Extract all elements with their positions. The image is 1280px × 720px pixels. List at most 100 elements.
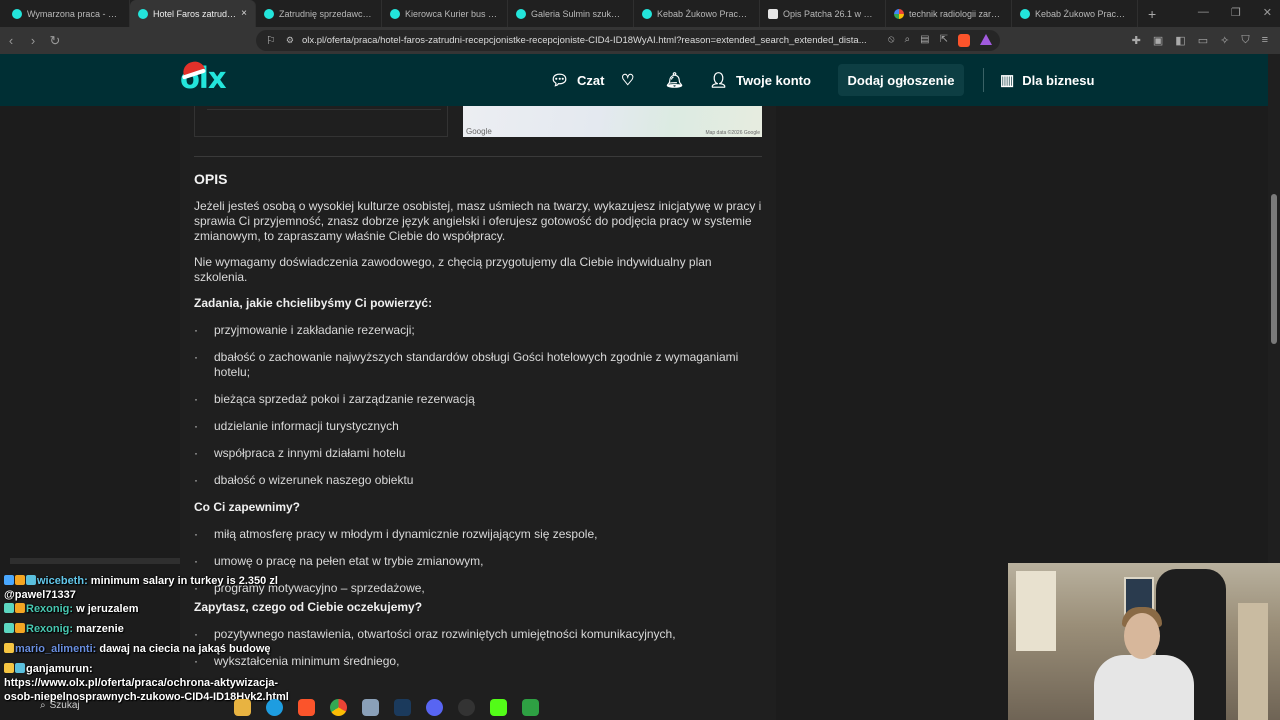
google-icon (894, 8, 904, 19)
badge-icon (26, 575, 36, 585)
chat-text: marzenie (73, 623, 124, 635)
chat-text: dawaj na ciecia na jakąś budowę (96, 643, 271, 655)
building-icon: ▥ (1000, 72, 1015, 89)
webcam-feed (1008, 563, 1280, 720)
chat-username: ganjamurun: (26, 663, 93, 675)
file-explorer-icon[interactable] (234, 699, 251, 716)
chat-bubble-icon: 💬︎ (550, 72, 570, 89)
window-controls: — ❐ ✕ (1198, 6, 1272, 19)
bullet-icon: · (194, 419, 198, 433)
discord-icon[interactable] (426, 699, 443, 716)
bookmark-icon[interactable]: ⚐ (266, 34, 276, 47)
tab-title: Opis Patcha 26.1 w League (783, 8, 877, 19)
list-item: · miłą atmosferę pracy w młodym i dynamic… (194, 527, 762, 542)
zoom-icon[interactable]: ⌕ (905, 34, 911, 47)
chat-link[interactable]: 💬︎ Czat (550, 54, 605, 106)
reader-icon[interactable]: ▤ (920, 34, 929, 47)
browser-actions: ✚ ▣ ◧ ▭ ✧ ⛉ ≡ (1132, 34, 1268, 47)
list-item: · współpraca z innymi działami hotelu (194, 446, 762, 461)
chat-message: Rexonig: marzenie (4, 622, 304, 636)
list-item-text: bieżąca sprzedaż pokoi i zarządzanie rez… (214, 392, 475, 406)
tab-title: Wymarzona praca - Żukov (27, 8, 121, 19)
shelf (1238, 603, 1268, 720)
olx-icon (516, 8, 526, 19)
list-item-text: przyjmowanie i zakładanie rezerwacji; (214, 323, 415, 337)
share-icon[interactable]: ⇱ (940, 34, 948, 47)
steam-icon[interactable] (394, 699, 411, 716)
olx-logo[interactable]: olx (180, 58, 234, 96)
browser-tab-strip: Wymarzona praca - Żukov Hotel Faros zatru… (0, 0, 1280, 27)
sidebar-icon[interactable]: ◧ (1175, 34, 1185, 47)
minimize-icon[interactable]: — (1198, 6, 1209, 19)
browser-tab[interactable]: Kebab Żukowo Praca Żuk (634, 0, 760, 27)
bullet-icon: · (194, 473, 198, 487)
list-item-text: dbałość o wizerunek naszego obiektu (214, 473, 414, 487)
back-icon[interactable]: ‹ (0, 33, 22, 48)
close-tab-icon[interactable]: × (241, 8, 247, 19)
app-icon[interactable] (522, 699, 539, 716)
brave-rewards-icon[interactable] (980, 34, 992, 45)
browser-tab[interactable]: Hotel Faros zatrudni re × (130, 0, 256, 27)
olx-icon (1020, 8, 1030, 19)
badge-icon (4, 643, 14, 653)
browser-tab[interactable]: Zatrudnię sprzedawcę w D (256, 0, 382, 27)
account-label: Twoje konto (736, 72, 811, 88)
screenshot-icon[interactable]: ▣ (1153, 34, 1163, 47)
location-map[interactable]: Google Map data ©2026 Google (463, 106, 762, 137)
browser-tab[interactable]: Galeria Sulmin szuka Men (508, 0, 634, 27)
olx-icon (12, 8, 22, 19)
obs-icon[interactable] (458, 699, 475, 716)
tab-title: Kebab Żukowo Praca Żuk (1035, 8, 1129, 19)
description-heading: OPIS (194, 171, 228, 187)
brave-shields-icon[interactable] (958, 34, 970, 47)
extensions-icon[interactable]: ✚ (1132, 34, 1141, 47)
tab-title: Kierowca Kurier bus kat B (405, 8, 499, 19)
chrome-icon[interactable] (330, 699, 347, 716)
favorites-link[interactable]: ♡ (621, 54, 634, 106)
badge-icon (4, 623, 14, 633)
tab-list: Wymarzona praca - Żukov Hotel Faros zatru… (4, 0, 1138, 27)
chat-badges (4, 602, 26, 616)
browser-tab[interactable]: Kierowca Kurier bus kat B (382, 0, 508, 27)
scrollbar-thumb[interactable] (1271, 194, 1277, 344)
menu-icon[interactable]: ≡ (1262, 34, 1268, 47)
add-listing-button[interactable]: Dodaj ogłoszenie (838, 64, 964, 96)
vpn-icon[interactable]: ⛉ (1241, 34, 1249, 47)
wallet-icon[interactable]: ▭ (1198, 34, 1208, 47)
site-info-icon[interactable]: ⚙ (286, 35, 294, 46)
account-link[interactable]: 👤︎ Twoje konto (709, 54, 811, 106)
restore-icon[interactable]: ❐ (1231, 6, 1241, 19)
business-link[interactable]: ▥ Dla biznesu (1000, 54, 1094, 106)
address-bar[interactable]: ⚐ ⚙ olx.pl/oferta/praca/hotel-faros-zatr… (256, 30, 1000, 51)
user-icon: 👤︎ (709, 72, 729, 89)
business-label: Dla biznesu (1022, 72, 1095, 88)
streamer-head (1124, 613, 1160, 659)
kick-icon[interactable] (490, 699, 507, 716)
list-item-text: udzielanie informacji turystycznych (214, 419, 399, 433)
leo-ai-icon[interactable]: ✧ (1220, 34, 1229, 47)
browser-tab[interactable]: Wymarzona praca - Żukov (4, 0, 130, 27)
bell-icon: 🔔︎ (665, 72, 685, 89)
chat-message: Rexonig: w jeruzalem (4, 602, 304, 616)
taskbar-search[interactable]: ⌕ Szukaj (40, 700, 80, 711)
tracker-icon[interactable]: ⦸ (888, 34, 895, 47)
list-item-text: miłą atmosferę pracy w młodym i dynamicz… (214, 527, 598, 541)
taskbar-apps (234, 699, 539, 716)
chat-badges (4, 574, 37, 588)
chat-cut-off-line (10, 558, 180, 564)
forward-icon[interactable]: › (22, 33, 44, 48)
list-item: · dbałość o zachowanie najwyższych standa… (194, 350, 762, 380)
list-item: · bieżąca sprzedaż pokoi i zarządzanie re… (194, 392, 762, 407)
olx-icon (138, 8, 148, 19)
notepad-icon[interactable] (362, 699, 379, 716)
browser-tab[interactable]: Kebab Żukowo Praca Żuk (1012, 0, 1138, 27)
edge-icon[interactable] (266, 699, 283, 716)
reload-icon[interactable]: ↻ (44, 33, 66, 49)
new-tab-button[interactable]: + (1138, 6, 1166, 22)
brave-icon[interactable] (298, 699, 315, 716)
close-window-icon[interactable]: ✕ (1263, 6, 1272, 19)
browser-tab[interactable]: Opis Patcha 26.1 w League (760, 0, 886, 27)
notifications-link[interactable]: 🔔︎ (665, 54, 684, 106)
browser-tab[interactable]: technik radiologii zarobki (886, 0, 1012, 27)
badge-icon (4, 603, 14, 613)
